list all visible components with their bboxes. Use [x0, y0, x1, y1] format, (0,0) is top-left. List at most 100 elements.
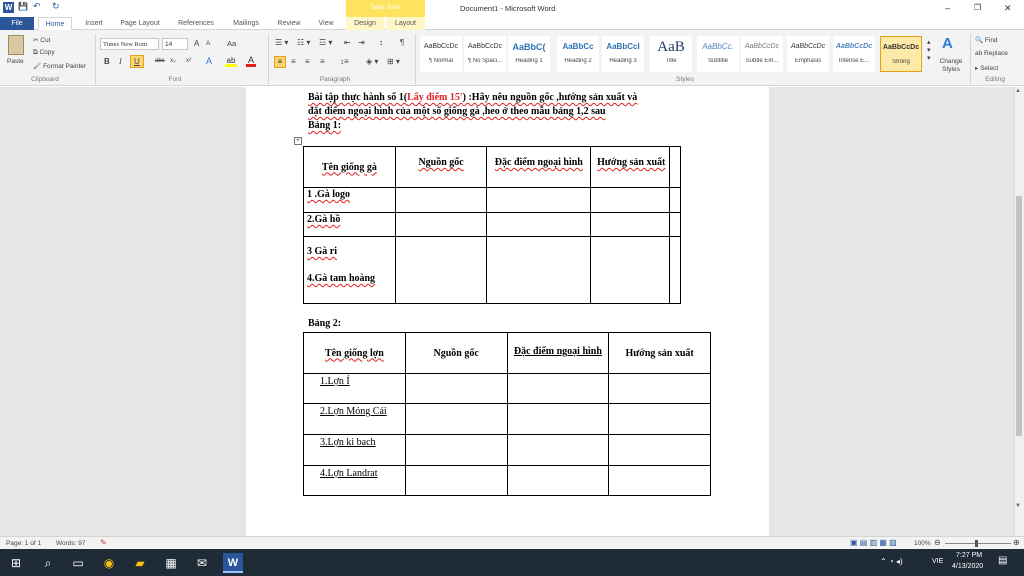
underline-button[interactable]: U — [130, 55, 144, 68]
style-title[interactable]: AaB Title — [650, 36, 692, 72]
tab-mailings[interactable]: Mailings — [226, 17, 266, 30]
clock-date[interactable]: 4/13/2020 — [952, 563, 983, 570]
mail-icon[interactable]: ✉ — [192, 553, 212, 573]
change-styles-icon[interactable]: A — [942, 35, 953, 52]
style-subtitle[interactable]: AaBbCc. Subtitle — [697, 36, 739, 72]
tab-references[interactable]: References — [172, 17, 220, 30]
style-strong[interactable]: AaBbCcDc Strong — [880, 36, 922, 72]
font-name-select[interactable]: Times New Rom — [100, 38, 159, 50]
table1-header-cell[interactable]: Hướng sản xuất — [590, 146, 670, 188]
show-marks-icon[interactable]: ¶ — [400, 38, 404, 47]
file-explorer-icon[interactable]: ▰ — [130, 553, 150, 573]
justify-icon[interactable]: ≡ — [320, 57, 325, 66]
bullets-icon[interactable]: ☰ ▾ — [275, 38, 288, 47]
save-icon[interactable]: 💾 — [18, 2, 28, 11]
clock-time[interactable]: 7:27 PM — [956, 552, 982, 559]
align-center-icon[interactable]: ≡ — [291, 57, 296, 66]
strikethrough-button[interactable]: abc — [155, 58, 165, 64]
borders-icon[interactable]: ⊞ ▾ — [387, 57, 400, 66]
redo-icon[interactable]: ↻ — [52, 1, 60, 12]
superscript-button[interactable]: x² — [186, 57, 191, 64]
tab-layout[interactable]: Layout — [386, 17, 425, 30]
store-icon[interactable]: ▦ — [161, 553, 181, 573]
table2-header-cell[interactable]: Nguồn gốc — [404, 332, 508, 374]
zoom-slider[interactable] — [945, 543, 1011, 544]
align-left-icon[interactable]: ≡ — [274, 56, 286, 68]
table-move-handle-icon[interactable]: + — [294, 137, 302, 145]
increase-indent-icon[interactable]: ⇥ — [358, 38, 365, 47]
tab-home[interactable]: Home — [38, 17, 72, 30]
grow-font-button[interactable]: A — [194, 39, 199, 48]
style-intense-emphasis[interactable]: AaBbCcDc Intense E... — [833, 36, 875, 72]
input-language[interactable]: VIE — [932, 558, 943, 565]
document-page[interactable]: Bài tập thực hành số 1(Lấy điểm 15') :Hã… — [246, 87, 769, 536]
table2-header-cell[interactable]: Tên giống lợn — [303, 332, 406, 374]
find-button[interactable]: 🔍 Find — [975, 36, 998, 44]
align-right-icon[interactable]: ≡ — [305, 57, 310, 66]
task-view-icon[interactable]: ▭ — [68, 553, 88, 573]
text-effects-icon[interactable]: A — [206, 56, 212, 66]
view-buttons-icon[interactable]: ▣ ▤ ▥ ▦ ▧ — [850, 538, 897, 547]
decrease-indent-icon[interactable]: ⇤ — [344, 38, 351, 47]
style-subtle-emphasis[interactable]: AaBbCcDc Subtle Em... — [741, 36, 783, 72]
table-row[interactable]: 1.Lợn Í — [303, 373, 711, 404]
cut-button[interactable]: ✂ Cut — [33, 36, 50, 44]
scroll-up-icon[interactable]: ▲ — [1015, 88, 1021, 94]
chrome-icon[interactable]: ◉ — [99, 553, 119, 573]
style-normal[interactable]: AaBbCcDc ¶ Normal — [420, 36, 462, 72]
select-button[interactable]: ▸ Select — [975, 64, 998, 72]
paste-icon[interactable] — [8, 35, 24, 55]
paste-button[interactable]: Paste — [7, 58, 24, 65]
notifications-icon[interactable]: ▤ — [998, 555, 1007, 566]
tray-icons[interactable]: ⌃ ◔ ◂) — [880, 557, 903, 566]
highlight-color-icon[interactable]: ab — [225, 56, 237, 67]
replace-button[interactable]: ab Replace — [975, 50, 1008, 57]
style-heading-2[interactable]: AaBbCc Heading 2 — [557, 36, 599, 72]
word-app-icon[interactable]: W — [223, 553, 243, 573]
table-row[interactable]: 2.Gà hồ — [303, 212, 682, 237]
change-case-button[interactable]: Aa — [227, 39, 236, 48]
scroll-down-icon[interactable]: ▼ — [1015, 503, 1021, 509]
copy-button[interactable]: ⧉ Copy — [33, 49, 55, 57]
style-heading-3[interactable]: AaBbCcI Heading 3 — [602, 36, 644, 72]
restore-button[interactable]: ❐ — [974, 3, 981, 12]
table-row[interactable]: 4.Lợn Landrat — [303, 465, 711, 496]
multilevel-list-icon[interactable]: ☲ ▾ — [319, 38, 332, 47]
close-button[interactable]: ✕ — [1004, 3, 1012, 14]
minimize-button[interactable]: – — [945, 3, 950, 13]
tab-page-layout[interactable]: Page Layout — [115, 17, 165, 30]
line-spacing-icon[interactable]: ↕≡ — [340, 57, 349, 66]
style-heading-1[interactable]: AaBbC(Heading 1 — [508, 36, 550, 72]
table2-header-cell[interactable]: Hướng sản xuất — [608, 332, 711, 374]
undo-icon[interactable]: ↶ — [33, 1, 41, 12]
search-icon[interactable]: ⌕ — [38, 553, 58, 573]
table-row[interactable]: 3.Lợn ki bach — [303, 434, 711, 466]
tab-review[interactable]: Review — [272, 17, 306, 30]
table1-header-cell[interactable]: Đặc điểm ngoại hình — [486, 146, 592, 188]
table1-extra-cell[interactable] — [668, 146, 682, 188]
page-count[interactable]: Page: 1 of 1 — [6, 540, 41, 547]
table-row[interactable]: 1 .Gà logo — [303, 187, 682, 213]
subscript-button[interactable]: x₂ — [170, 57, 176, 64]
change-styles-button[interactable]: Change Styles — [937, 58, 965, 74]
shading-icon[interactable]: ◈ ▾ — [366, 57, 378, 66]
windows-start-icon[interactable]: ⊞ — [6, 553, 26, 573]
zoom-out-icon[interactable]: ⊖ — [934, 538, 941, 547]
tab-file[interactable]: File — [0, 17, 34, 30]
style-no-spacing[interactable]: AaBbCcDc ¶ No Spaci... — [464, 36, 506, 72]
bold-button[interactable]: B — [104, 57, 110, 66]
numbering-icon[interactable]: ☷ ▾ — [297, 38, 310, 47]
italic-button[interactable]: I — [119, 57, 122, 66]
table1-header-cell[interactable]: Nguồn gốc — [394, 146, 488, 188]
table-row[interactable]: 3 Gà ri 4.Gà tam hoàng — [303, 236, 682, 304]
tab-view[interactable]: View — [312, 17, 340, 30]
table-row[interactable]: 2.Lợn Móng Cái — [303, 403, 711, 435]
zoom-slider-thumb[interactable] — [975, 540, 978, 547]
word-count[interactable]: Words: 97 — [56, 540, 86, 547]
table-1[interactable]: Tên giống gà Nguồn gốc Đặc điểm ngoại hì… — [303, 146, 682, 304]
format-painter-button[interactable]: 🖌 Format Painter — [33, 62, 86, 70]
styles-scroll-icon[interactable]: ▴ ▾ ▾ — [927, 38, 931, 62]
table-2[interactable]: Tên giống lợn Nguồn gốc Đặc điểm ngoại h… — [303, 332, 711, 496]
sort-icon[interactable]: ↕ — [379, 38, 383, 47]
zoom-level[interactable]: 100% — [914, 540, 931, 547]
